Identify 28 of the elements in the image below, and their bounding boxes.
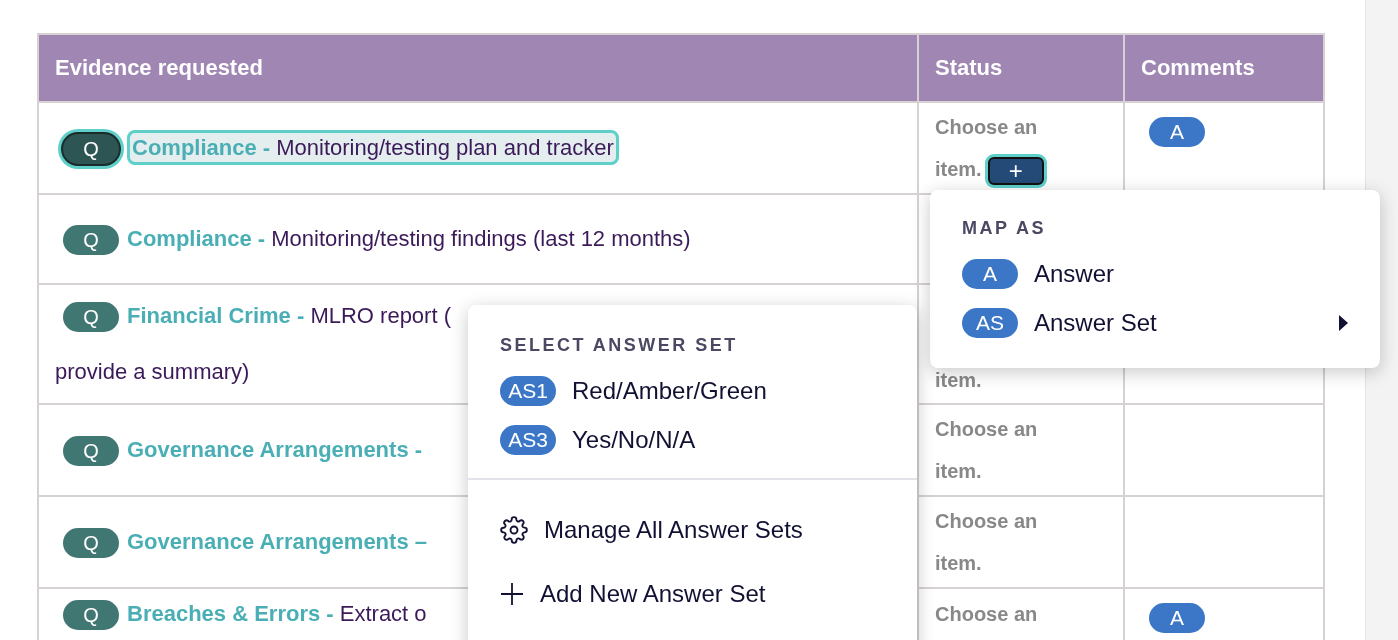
status-text: Choose an item. +: [935, 106, 1107, 190]
menu-heading: MAP AS: [962, 218, 1047, 239]
menu-heading: SELECT ANSWER SET: [500, 335, 739, 356]
question-badge[interactable]: Q: [63, 436, 119, 467]
menu-item[interactable]: AS3 Yes/No/N/A: [500, 415, 885, 464]
question-badge[interactable]: Q: [63, 528, 119, 559]
status-text: Choose an: [935, 602, 1039, 627]
menu-item[interactable]: AS Answer Set: [962, 298, 1348, 347]
gear-icon: [500, 516, 528, 544]
menu-item[interactable]: Add New Answer Set: [468, 562, 917, 626]
column-header: Comments: [1124, 34, 1324, 102]
question-badge[interactable]: Q: [63, 225, 119, 256]
menu-item[interactable]: Manage All Answer Sets: [468, 498, 917, 562]
column-header: Evidence requested: [38, 34, 918, 102]
evidence-text: Q Compliance - Monitoring/testing plan and tracker: [55, 127, 901, 169]
add-button[interactable]: +: [987, 156, 1044, 185]
plus-icon: [500, 582, 524, 606]
answer-badge[interactable]: A: [1149, 117, 1205, 147]
status-text: Choose an item.: [935, 417, 1039, 484]
status-text: item.: [935, 368, 983, 393]
menu-item[interactable]: A Answer: [962, 249, 1348, 298]
evidence-text: Q Compliance - Monitoring/testing findings (last 12 months): [55, 218, 901, 260]
column-header: Status: [918, 34, 1124, 102]
status-text: Choose an item.: [935, 509, 1039, 576]
question-badge[interactable]: Q: [63, 600, 119, 631]
menu-item[interactable]: AS1 Red/Amber/Green: [500, 366, 885, 415]
question-badge[interactable]: Q: [63, 302, 119, 333]
answer-badge[interactable]: A: [1149, 603, 1205, 633]
